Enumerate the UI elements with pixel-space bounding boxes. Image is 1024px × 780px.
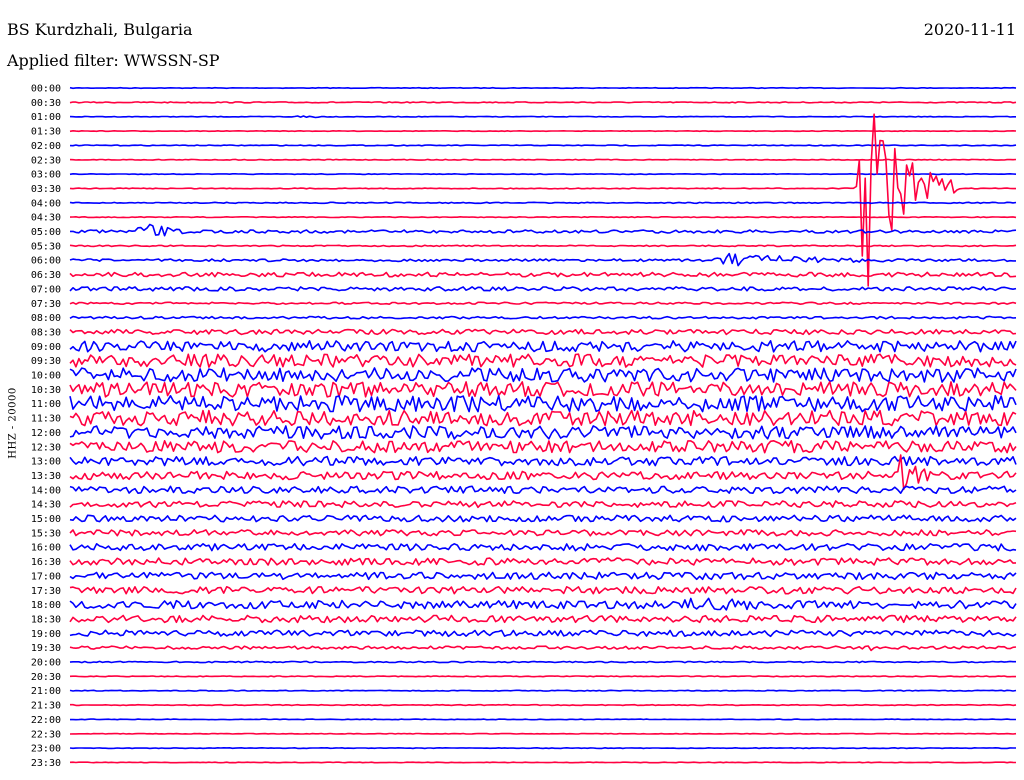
seismic-trace: [69, 500, 1017, 509]
time-tick-label: 15:30: [31, 528, 61, 539]
seismic-trace: [69, 244, 1017, 248]
seismic-trace: [69, 367, 1017, 383]
time-tick-label: 16:00: [31, 543, 61, 554]
seismic-trace: [70, 223, 1017, 237]
time-tick-label: 01:00: [31, 112, 61, 123]
seismic-trace: [70, 703, 1017, 707]
time-tick-label: 00:30: [31, 98, 61, 109]
time-tick-label: 05:00: [31, 227, 61, 238]
seismic-trace: [69, 86, 1017, 90]
time-tick-label: 17:30: [31, 586, 61, 597]
seismic-trace: [70, 718, 1016, 721]
time-tick-label: 07:30: [31, 299, 61, 310]
seismic-trace: [69, 328, 1017, 336]
time-tick-label: 21:00: [31, 686, 61, 697]
time-tick-label: 04:30: [31, 213, 61, 224]
time-tick-label: 23:30: [31, 758, 61, 769]
time-tick-label: 08:30: [31, 327, 61, 338]
time-tick-label: 11:00: [31, 399, 61, 410]
seismic-trace: [69, 660, 1016, 664]
seismic-trace: [69, 158, 1017, 161]
seismic-trace: [69, 173, 1017, 176]
time-tick-label: 19:30: [31, 643, 61, 654]
seismic-trace: [69, 514, 1017, 523]
seismic-trace: [69, 440, 1017, 454]
time-tick-label: 05:30: [31, 241, 61, 252]
time-tick-label: 07:00: [31, 284, 61, 295]
time-tick-label: 14:00: [31, 485, 61, 496]
seismic-trace: [69, 381, 1017, 398]
seismic-trace: [69, 216, 1017, 219]
time-tick-label: 09:00: [31, 342, 61, 353]
time-tick-label: 00:00: [31, 84, 61, 95]
time-tick-label: 02:00: [31, 141, 61, 152]
seismic-trace: [69, 144, 1017, 147]
seismic-trace: [69, 732, 1017, 735]
time-tick-label: 02:30: [31, 155, 61, 166]
time-tick-label: 03:00: [31, 170, 61, 181]
seismic-trace: [69, 629, 1017, 638]
seismic-trace: [69, 455, 1017, 467]
time-tick-label: 17:00: [31, 571, 61, 582]
time-tick-label: 18:00: [31, 600, 61, 611]
seismic-trace: [69, 252, 1016, 267]
seismic-trace: [69, 747, 1016, 750]
seismic-trace: [69, 394, 1017, 413]
seismic-trace: [69, 485, 1017, 495]
seismic-trace: [69, 761, 1017, 764]
time-tick-label: 23:00: [31, 744, 61, 755]
seismic-trace: [69, 614, 1017, 624]
time-tick-label: 20:00: [31, 658, 61, 669]
seismic-trace: [69, 542, 1017, 552]
time-tick-label: 20:30: [31, 672, 61, 683]
seismic-trace: [69, 645, 1017, 652]
time-tick-label: 10:00: [31, 371, 61, 382]
seismic-trace: [69, 689, 1017, 692]
time-tick-label: 18:30: [31, 614, 61, 625]
time-tick-label: 15:00: [31, 514, 61, 525]
seismic-trace: [69, 425, 1017, 440]
time-tick-label: 09:30: [31, 356, 61, 367]
time-tick-label: 22:30: [31, 729, 61, 740]
time-tick-label: 22:00: [31, 715, 61, 726]
time-tick-label: 08:00: [31, 313, 61, 324]
seismic-trace: [69, 101, 1017, 104]
seismic-trace: [69, 201, 1017, 205]
seismic-trace: [69, 353, 1017, 368]
time-tick-label: 01:30: [31, 127, 61, 138]
seismic-trace: [69, 529, 1017, 537]
time-tick-label: 06:30: [31, 270, 61, 281]
seismic-trace: [69, 301, 1017, 305]
time-tick-label: 21:30: [31, 701, 61, 712]
helicorder-plot: 00:00 00:30 01:00 01:30 02:00 02:30 03:00 03:30…: [31, 84, 1017, 769]
time-tick-label: 19:00: [31, 629, 61, 640]
trace-layer: [69, 86, 1017, 764]
seismic-trace: [69, 130, 1017, 133]
seismic-trace: [69, 286, 1017, 292]
seismic-trace: [69, 675, 1017, 678]
time-tick-label: 11:30: [31, 414, 61, 425]
seismic-trace: [69, 340, 1017, 353]
time-tick-label: 14:30: [31, 500, 61, 511]
seismic-trace: [69, 557, 1017, 566]
time-tick-label: 06:00: [31, 256, 61, 267]
time-tick-label: 03:30: [31, 184, 61, 195]
seismic-trace: [69, 586, 1017, 595]
seismic-trace: [69, 409, 1017, 427]
seismic-trace: [69, 271, 1017, 278]
time-tick-label: 10:30: [31, 385, 61, 396]
seismic-trace: [69, 315, 1017, 320]
time-tick-label: 12:30: [31, 442, 61, 453]
seismic-trace: [69, 571, 1017, 581]
time-tick-label: 13:30: [31, 471, 61, 482]
time-tick-label: 04:00: [31, 198, 61, 209]
seismic-trace: [69, 597, 1017, 611]
time-tick-label: 12:00: [31, 428, 61, 439]
time-tick-label: 16:30: [31, 557, 61, 568]
time-tick-labels: 00:00 00:30 01:00 01:30 02:00 02:30 03:00 03:30…: [31, 84, 61, 769]
time-tick-label: 13:00: [31, 457, 61, 468]
